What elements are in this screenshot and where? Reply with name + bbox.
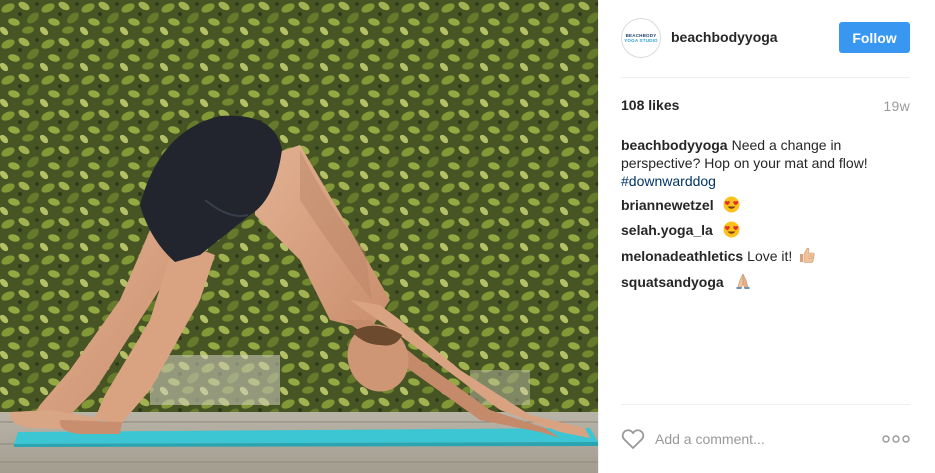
comments-list: beachbodyyoga Need a change in perspectiv… bbox=[621, 136, 910, 298]
caption-username[interactable]: beachbodyyoga bbox=[621, 137, 728, 153]
heart-eyes-emoji-icon bbox=[723, 196, 740, 213]
comment-username[interactable]: briannewetzel bbox=[621, 197, 714, 213]
caption-hashtag[interactable]: #downwarddog bbox=[621, 173, 716, 189]
author-username[interactable]: beachbodyyoga bbox=[671, 29, 778, 45]
thumbs-up-emoji-icon bbox=[800, 247, 815, 263]
add-comment-input[interactable] bbox=[655, 428, 855, 450]
heart-outline-icon[interactable] bbox=[621, 428, 645, 450]
instagram-post: BEACHBODY YOGA STUDIO beachbodyyoga Foll… bbox=[0, 0, 935, 473]
praying-hands-emoji-icon bbox=[736, 273, 750, 289]
likes-row: 108 likes 19w bbox=[621, 97, 910, 117]
post-header: BEACHBODY YOGA STUDIO beachbodyyoga Foll… bbox=[599, 0, 935, 78]
header-divider bbox=[621, 77, 910, 78]
downward-dog-photo bbox=[0, 0, 598, 473]
comment-username[interactable]: melonadeathletics bbox=[621, 248, 743, 264]
more-options-icon[interactable] bbox=[882, 432, 910, 446]
follow-button[interactable]: Follow bbox=[839, 22, 910, 53]
avatar-logo-subtext: YOGA STUDIO bbox=[624, 38, 658, 43]
post-photo[interactable] bbox=[0, 0, 598, 473]
list-item: melonadeathletics Love it! bbox=[621, 246, 910, 265]
likes-count[interactable]: 108 likes bbox=[621, 97, 679, 113]
post-timestamp[interactable]: 19w bbox=[883, 98, 910, 114]
post-details-panel: BEACHBODY YOGA STUDIO beachbodyyoga Foll… bbox=[598, 0, 935, 473]
comment-username[interactable]: selah.yoga_la bbox=[621, 222, 713, 238]
comment-username[interactable]: squatsandyoga bbox=[621, 274, 724, 290]
avatar[interactable]: BEACHBODY YOGA STUDIO bbox=[621, 18, 661, 58]
heart-eyes-emoji-icon bbox=[723, 221, 740, 238]
list-item: squatsandyoga bbox=[621, 272, 910, 291]
list-item: selah.yoga_la bbox=[621, 221, 910, 239]
caption: beachbodyyoga Need a change in perspectiv… bbox=[621, 136, 910, 190]
footer-divider bbox=[621, 404, 910, 405]
comment-text: Love it! bbox=[747, 248, 793, 264]
list-item: briannewetzel bbox=[621, 196, 910, 214]
